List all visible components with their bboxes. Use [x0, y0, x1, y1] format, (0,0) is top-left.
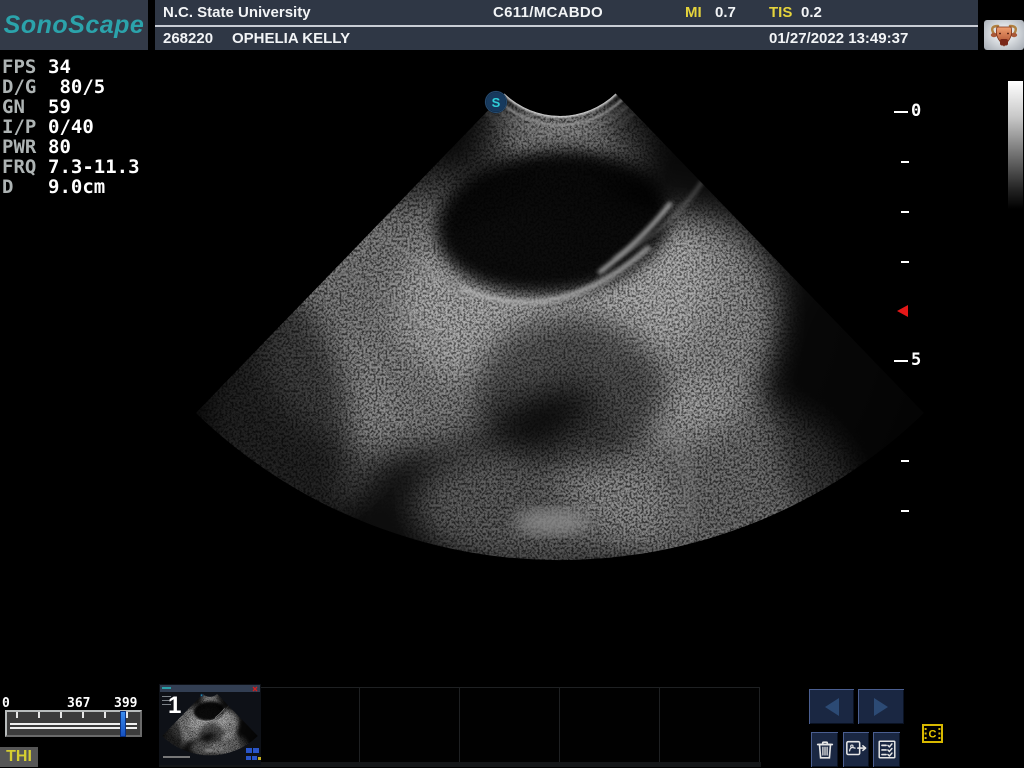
exam-datetime: 01/27/2022 13:49:37: [769, 30, 908, 47]
review-list-button[interactable]: [872, 731, 901, 768]
patient-name: OPHELIA KELLY: [232, 30, 350, 47]
thumbnail-slot-4: [459, 687, 560, 763]
delete-button[interactable]: [810, 731, 839, 768]
previous-image-button[interactable]: [808, 688, 855, 725]
right-arrow-icon: [874, 698, 888, 716]
cine-badge: C: [922, 724, 943, 743]
patient-id: 268220: [163, 30, 213, 47]
brand-logo-panel: SonoScape: [0, 0, 148, 50]
cine-slider-handle[interactable]: [120, 711, 126, 737]
param-ip: I/P0/40: [2, 117, 140, 137]
cine-current: 367: [67, 696, 90, 711]
param-d: D9.0cm: [2, 177, 140, 197]
checklist-icon: [876, 738, 898, 761]
cine-badge-letter: C: [929, 729, 937, 741]
mi-value: 0.7: [715, 4, 736, 21]
param-pwr: PWR80: [2, 137, 140, 157]
cine-total: 399: [114, 696, 137, 711]
param-frq: FRQ7.3-11.3: [2, 157, 140, 177]
thumbnail-slot-3: [359, 687, 460, 763]
acquisition-parameters: FPS34 D/G 80/5 GN59 I/P0/40 PWR80 FRQ7.3…: [2, 57, 140, 197]
ultrasound-image: S: [0, 0, 1024, 768]
header-divider: [155, 25, 978, 27]
left-arrow-icon: [825, 698, 839, 716]
thumbnail-1[interactable]: 1: [159, 684, 261, 765]
trash-icon: [814, 738, 836, 762]
thi-mode-indicator: THI: [0, 747, 38, 767]
tis-label: TIS: [769, 4, 792, 21]
thumbnail-titlebar: [160, 685, 260, 692]
thumbnail-slot-2: [259, 687, 360, 763]
param-fps: FPS34: [2, 57, 140, 77]
cine-start: 0: [2, 696, 10, 711]
thumbnail-number: 1: [168, 692, 181, 720]
param-gn: GN59: [2, 97, 140, 117]
param-dg: D/G 80/5: [2, 77, 140, 97]
grayscale-bar: [1008, 81, 1023, 209]
species-indicator: [984, 20, 1024, 50]
institution-name: N.C. State University: [163, 4, 311, 21]
mi-label: MI: [685, 4, 702, 21]
brand-logo: SonoScape: [4, 11, 145, 40]
film-frame-icon: C: [922, 724, 943, 743]
tis-value: 0.2: [801, 4, 822, 21]
bull-head-icon: [987, 22, 1021, 49]
ultrasound-screen: S SonoScape N.C. State University C611/M…: [0, 0, 1024, 768]
export-image-icon: [844, 738, 868, 760]
thumbnail-slot-6: [659, 687, 760, 763]
export-button[interactable]: [842, 731, 870, 768]
header-bar: N.C. State University C611/MCABDO MI 0.7…: [155, 0, 978, 50]
thumbnail-slot-5: [559, 687, 660, 763]
probe-preset: C611/MCABDO: [493, 4, 603, 21]
thumbnail-close-icon: [252, 686, 258, 692]
next-image-button[interactable]: [857, 688, 905, 725]
